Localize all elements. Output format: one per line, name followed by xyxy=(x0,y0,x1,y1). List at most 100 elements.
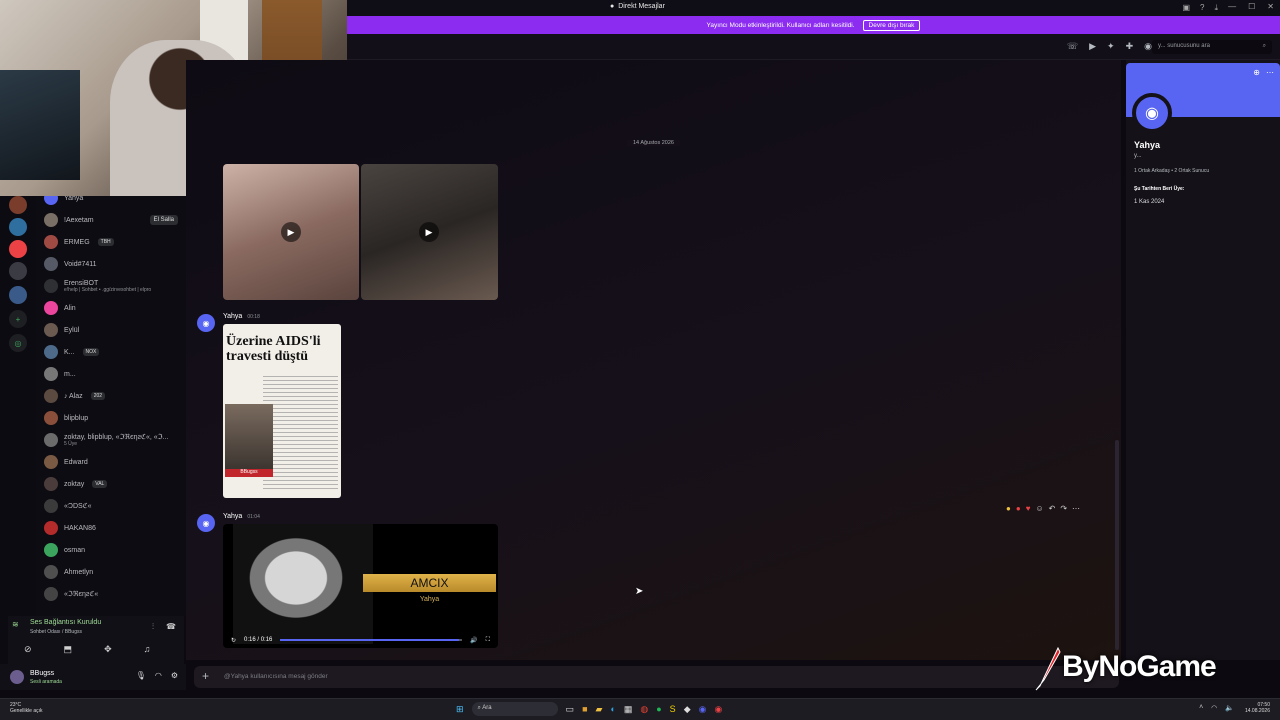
dm-list-item[interactable]: Alin xyxy=(44,298,184,318)
server-icon[interactable] xyxy=(9,218,27,236)
taskbar-search[interactable]: ⌕ Ara xyxy=(471,702,558,716)
edge-icon[interactable]: ◐ xyxy=(610,704,615,714)
dm-list-item[interactable]: Yahya xyxy=(44,196,184,208)
file-explorer-icon[interactable]: ▰ xyxy=(596,704,603,715)
avatar[interactable]: ◉ xyxy=(197,514,215,532)
server-icon[interactable] xyxy=(9,196,27,214)
camera-off-icon[interactable]: ⊘ xyxy=(24,644,32,655)
app-icon[interactable]: ◉ xyxy=(714,704,722,715)
dm-list-item[interactable]: !Aexetam El Salla xyxy=(44,210,184,230)
dm-list-item[interactable]: zoktay VAL xyxy=(44,474,184,494)
fullscreen-icon[interactable]: ⛶ xyxy=(486,637,490,644)
volume-icon[interactable]: 🔈 xyxy=(1225,704,1234,712)
soundboard-icon[interactable]: ♫ xyxy=(144,644,151,655)
volume-icon[interactable]: 🔊 xyxy=(470,637,477,644)
server-icon[interactable] xyxy=(9,262,27,280)
network-icon[interactable]: ◠ xyxy=(1211,704,1217,712)
dm-list-item[interactable]: blipblup xyxy=(44,408,184,428)
dm-list-item[interactable]: m... xyxy=(44,364,184,384)
minimize-button[interactable]: — xyxy=(1228,2,1236,11)
disconnect-icon[interactable]: ☎ xyxy=(166,622,176,632)
avatar[interactable]: ◉ xyxy=(1132,93,1172,133)
server-icon[interactable] xyxy=(9,286,27,304)
task-view-icon[interactable]: ▭ xyxy=(566,704,575,715)
video-attachment[interactable]: ▶ xyxy=(223,164,359,300)
dm-list-item[interactable]: ERMEG TBH xyxy=(44,232,184,252)
app-icon[interactable]: ▦ xyxy=(624,704,633,715)
reaction-heart-icon[interactable]: ♥ xyxy=(1026,504,1031,513)
more-icon[interactable]: ⋯ xyxy=(1072,504,1080,513)
dm-list-item[interactable]: osman xyxy=(44,540,184,560)
add-reaction-icon[interactable]: ☺ xyxy=(1035,504,1043,513)
add-friend-icon[interactable]: ✚ xyxy=(1126,41,1134,52)
member-since-label: Şu Tarihten Beri Üye: xyxy=(1134,186,1185,192)
add-friend-icon[interactable]: ⊕ xyxy=(1253,68,1260,77)
dm-badge: TBH xyxy=(97,238,114,246)
user-controls: 🎙 ◠ ⚙ xyxy=(136,671,178,680)
noise-suppression-icon[interactable]: ⫶ xyxy=(152,622,154,632)
chat-scrollbar[interactable] xyxy=(1115,440,1119,650)
video-call-icon[interactable]: ▶ xyxy=(1089,41,1096,52)
dm-list-item[interactable]: Edward xyxy=(44,452,184,472)
dm-list-item[interactable]: «ℑℜєηƨℭ« xyxy=(44,584,184,604)
microphone-icon[interactable]: 🎙 xyxy=(136,671,146,680)
play-icon[interactable]: ▶ xyxy=(419,222,439,242)
chevron-up-icon[interactable]: ˄ xyxy=(1199,704,1203,712)
dm-list-item[interactable]: Eylül xyxy=(44,320,184,340)
settings-gear-icon[interactable]: ⚙ xyxy=(171,671,178,680)
discord-icon[interactable]: ◉ xyxy=(699,704,707,715)
weather-widget[interactable]: 23°C Genellikle açık xyxy=(10,702,43,714)
app-icon[interactable]: ■ xyxy=(582,704,587,714)
spotify-icon[interactable]: ● xyxy=(656,704,661,714)
reaction-emoji[interactable]: ● xyxy=(1016,504,1021,513)
reply-icon[interactable]: ↶ xyxy=(1049,504,1056,513)
app-icon[interactable]: S xyxy=(670,704,676,714)
mutual-info[interactable]: 1 Ortak Arkadaş • 2 Ortak Sunucu xyxy=(1134,168,1209,174)
chrome-icon[interactable]: ◍ xyxy=(640,704,648,715)
dm-list-item[interactable]: ErensiBOT e!help | Sohbet • .gg/zirvesohb… xyxy=(44,276,184,296)
profile-toggle-icon[interactable]: ◉ xyxy=(1144,41,1152,52)
dm-list-item[interactable]: Void#7411 xyxy=(44,254,184,274)
voice-call-icon[interactable]: ☏ xyxy=(1067,41,1078,52)
dm-list-item[interactable]: Ahmetlyn xyxy=(44,562,184,582)
close-button[interactable]: ✕ xyxy=(1267,2,1274,11)
forward-icon[interactable]: ↷ xyxy=(1060,504,1067,513)
attach-plus-icon[interactable]: + xyxy=(202,670,209,682)
message-author[interactable]: Yahya 01:04 xyxy=(223,513,260,520)
video-player[interactable]: AMCIX Yahya ↻ 0:16 / 0:16 🔊 ⛶ xyxy=(223,524,498,648)
dm-list-item[interactable]: zoktay, blipblup, «ℑℜєηƨℭ«, «ℑ... 5 Üye xyxy=(44,430,184,450)
more-icon[interactable]: ⋯ xyxy=(1266,68,1274,77)
dm-list-item[interactable]: ♪ Alaz 202 xyxy=(44,386,184,406)
video-attachment[interactable]: ▶ xyxy=(361,164,498,300)
play-icon[interactable]: ▶ xyxy=(281,222,301,242)
system-clock[interactable]: 07:50 14.08.2026 xyxy=(1245,702,1270,714)
inbox-icon[interactable]: ▣ xyxy=(1182,3,1190,13)
maximize-button[interactable]: ☐ xyxy=(1248,2,1255,11)
screen-share-icon[interactable]: ⬒ xyxy=(64,644,73,655)
windows-start-icon[interactable]: ⊞ xyxy=(456,704,464,715)
avatar xyxy=(44,213,58,227)
server-icon[interactable] xyxy=(9,240,27,258)
reaction-emoji[interactable]: ● xyxy=(1006,504,1011,513)
replay-icon[interactable]: ↻ xyxy=(231,637,236,644)
app-icon[interactable]: ◆ xyxy=(684,704,691,715)
dm-list-item[interactable]: HAKAN86 xyxy=(44,518,184,538)
headphones-icon[interactable]: ◠ xyxy=(155,671,162,680)
search-input[interactable]: y... sunucusunu ara ⌕ xyxy=(1152,40,1272,54)
disable-streamer-mode-button[interactable]: Devre dışı bırak xyxy=(862,19,921,31)
message-composer[interactable]: + @Yahya kullanıcısına mesaj gönder xyxy=(194,666,1119,688)
dm-list-item[interactable]: K... NOX xyxy=(44,342,184,362)
video-seekbar[interactable] xyxy=(280,639,463,641)
activities-icon[interactable]: ✥ xyxy=(104,644,112,655)
add-server-icon[interactable]: + xyxy=(9,310,27,328)
help-icon[interactable]: ? xyxy=(1200,3,1204,13)
pin-icon[interactable]: ✦ xyxy=(1107,41,1115,52)
download-icon[interactable]: ⤓ xyxy=(1214,3,1218,13)
voice-channel-name[interactable]: Sohbet Odası / BBugss xyxy=(30,629,82,635)
message-author[interactable]: Yahya 00:18 xyxy=(223,313,260,320)
discover-icon[interactable]: ◎ xyxy=(9,334,27,352)
avatar[interactable]: ◉ xyxy=(197,314,215,332)
dm-list-item[interactable]: «ϽDSℭ« xyxy=(44,496,184,516)
image-attachment[interactable]: Üzerine AIDS'li travesti düştü BBugss xyxy=(223,324,341,498)
avatar[interactable] xyxy=(10,670,24,684)
